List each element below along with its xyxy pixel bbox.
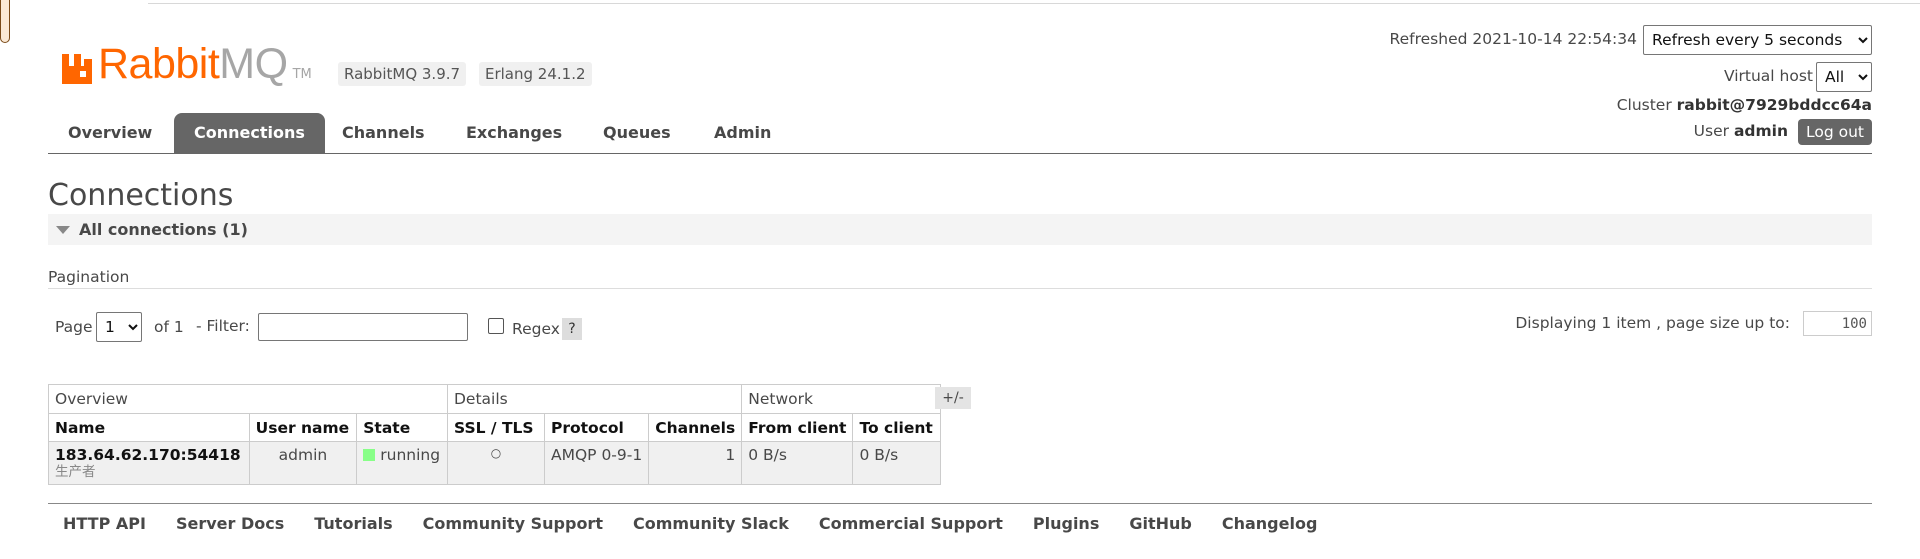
tab-exchanges[interactable]: Exchanges: [446, 113, 582, 153]
page-size-input[interactable]: [1803, 311, 1872, 336]
page-count-label: of 1: [154, 318, 184, 336]
state-indicator-icon: [363, 449, 376, 461]
virtual-host-select[interactable]: All: [1816, 62, 1872, 92]
connections-table: Overview Details Network Name User name …: [48, 384, 942, 485]
table-header-row: Name User name State SSL / TLS Protocol …: [48, 413, 942, 442]
columns-toggle-button[interactable]: +/-: [935, 387, 971, 409]
connection-name-link[interactable]: 183.64.62.170:54418: [55, 446, 241, 464]
page-label: Page: [55, 318, 93, 336]
logo-wordmark: RabbitMQ: [98, 40, 288, 88]
page-title: Connections: [48, 178, 234, 213]
connection-to-client: 0 B/s: [852, 441, 942, 485]
footer-link-tutorials[interactable]: Tutorials: [314, 514, 392, 533]
cluster-info: Cluster rabbit@7929bddcc64a: [1616, 96, 1872, 114]
tab-overview[interactable]: Overview: [48, 113, 172, 153]
section-title: All connections (1): [79, 220, 248, 239]
all-connections-toggle[interactable]: All connections (1): [48, 214, 1872, 245]
table-group-row: Overview Details Network: [48, 384, 942, 414]
footer-link-http-api[interactable]: HTTP API: [63, 514, 146, 533]
footer-link-community-support[interactable]: Community Support: [423, 514, 603, 533]
col-name[interactable]: Name: [48, 413, 250, 442]
connection-state: running: [356, 441, 448, 485]
cluster-name: rabbit@7929bddcc64a: [1676, 96, 1872, 114]
connection-user: admin: [248, 441, 358, 485]
col-ssl-tls[interactable]: SSL / TLS: [447, 413, 545, 442]
rabbitmq-version-badge: RabbitMQ 3.9.7: [338, 62, 467, 86]
regex-help-button[interactable]: ?: [562, 318, 582, 340]
table-row[interactable]: 183.64.62.170:54418 生产者 admin running ○ …: [48, 441, 942, 485]
tab-admin[interactable]: Admin: [694, 113, 791, 153]
footer-link-github[interactable]: GitHub: [1129, 514, 1192, 533]
filter-label: - Filter:: [196, 317, 250, 335]
tab-queues[interactable]: Queues: [583, 113, 691, 153]
group-details: Details: [446, 384, 743, 414]
col-to-client[interactable]: To client: [852, 413, 942, 442]
main-nav-tabs: Overview Connections Channels Exchanges …: [48, 113, 1872, 154]
connection-channels: 1: [648, 441, 743, 485]
footer-link-server-docs[interactable]: Server Docs: [176, 514, 284, 533]
scroll-handle[interactable]: [0, 0, 10, 43]
footer-link-community-slack[interactable]: Community Slack: [633, 514, 789, 533]
rabbit-logo-icon: [62, 54, 92, 84]
display-count-label: Displaying 1 item , page size up to:: [1515, 314, 1790, 332]
col-from-client[interactable]: From client: [741, 413, 854, 442]
erlang-version-badge: Erlang 24.1.2: [479, 62, 592, 86]
browser-top-edge: [148, 0, 1920, 4]
connection-from-client: 0 B/s: [741, 441, 854, 485]
footer-link-plugins[interactable]: Plugins: [1033, 514, 1099, 533]
filter-input[interactable]: [258, 313, 468, 341]
footer-link-commercial-support[interactable]: Commercial Support: [819, 514, 1003, 533]
group-overview: Overview: [48, 384, 448, 414]
page-select[interactable]: 1: [96, 312, 142, 342]
rabbitmq-logo[interactable]: RabbitMQ TM: [60, 38, 312, 86]
footer-divider: [48, 503, 1872, 504]
tab-channels[interactable]: Channels: [322, 113, 445, 153]
group-network: Network: [741, 384, 942, 414]
refreshed-timestamp: Refreshed 2021-10-14 22:54:34: [1389, 30, 1637, 48]
footer-link-changelog[interactable]: Changelog: [1222, 514, 1318, 533]
col-channels[interactable]: Channels: [648, 413, 743, 442]
connection-ssl: ○: [447, 441, 545, 485]
pagination-divider: [48, 288, 1872, 289]
col-protocol[interactable]: Protocol: [543, 413, 650, 442]
virtual-host-label: Virtual host: [1723, 67, 1813, 85]
footer-links: HTTP API Server Docs Tutorials Community…: [48, 514, 1332, 533]
connection-client-name: 生产者: [55, 464, 96, 480]
trademark: TM: [292, 67, 312, 82]
col-user-name[interactable]: User name: [248, 413, 358, 442]
tab-connections[interactable]: Connections: [174, 113, 325, 153]
regex-label: Regex: [512, 320, 560, 338]
regex-checkbox[interactable]: [488, 318, 504, 334]
connection-name-cell[interactable]: 183.64.62.170:54418 生产者: [48, 441, 250, 485]
collapse-triangle-icon: [56, 226, 70, 234]
refresh-interval-select[interactable]: Refresh every 5 seconds: [1643, 25, 1872, 55]
col-state[interactable]: State: [356, 413, 448, 442]
pagination-label: Pagination: [48, 268, 130, 286]
connection-protocol: AMQP 0-9-1: [543, 441, 650, 485]
